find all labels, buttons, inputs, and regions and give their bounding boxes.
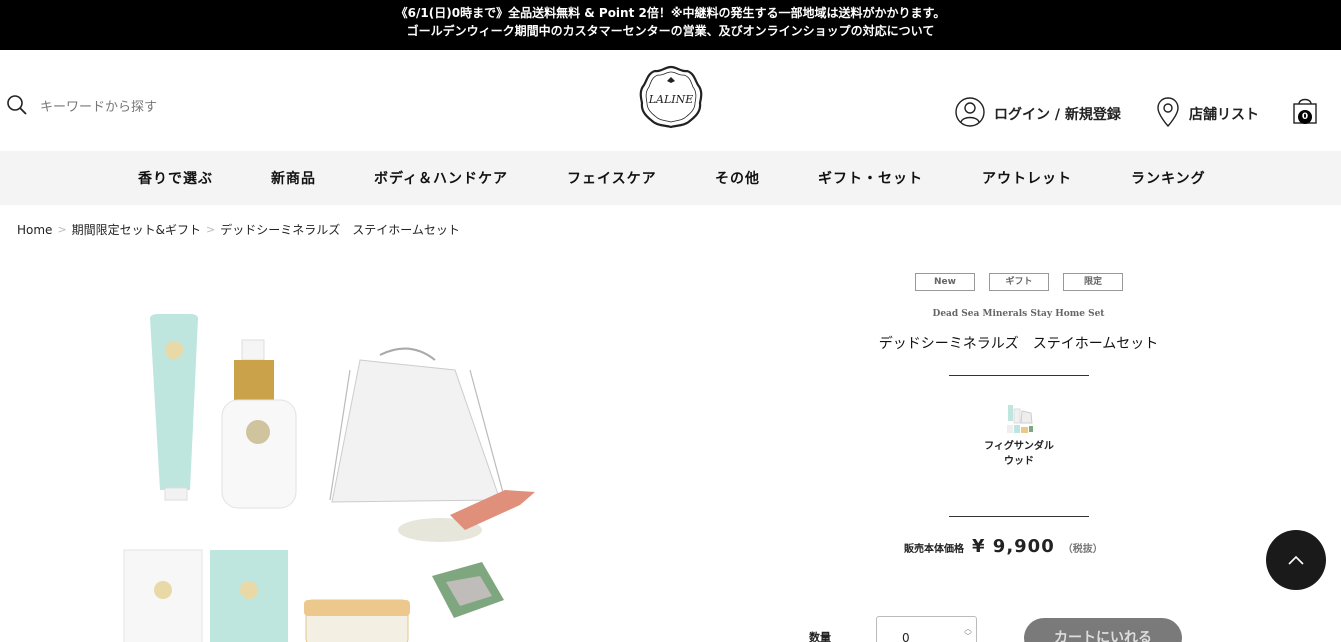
quantity-stepper[interactable]: 0 ︿ ﹀ [876,616,977,642]
breadcrumb: Home > 期間限定セット&ギフト > デッドシーミネラルズ ステイホームセッ… [17,221,460,238]
cart-count-badge: 0 [1298,110,1312,124]
tax-note: （税抜） [1062,544,1103,555]
nav-item-outlet[interactable]: アウトレット [982,168,1072,188]
nav-item-body-hand[interactable]: ボディ＆ハンドケア [374,168,508,188]
breadcrumb-separator: > [206,223,216,236]
search-icon[interactable] [6,94,28,120]
product-tags: New ギフト 限定 [915,273,1123,291]
price-value: ¥ 9,900 [972,536,1055,557]
stepper-arrows-icon[interactable]: ︿ ﹀ [964,625,972,641]
variant-name-line-2: ウッド [1004,456,1034,467]
breadcrumb-separator: > [57,223,67,236]
tag-limited[interactable]: 限定 [1063,273,1123,291]
cart-button[interactable]: 0 [1292,95,1318,129]
breadcrumb-category[interactable]: 期間限定セット&ギフト [72,221,201,238]
chevron-up-icon [1288,555,1304,565]
location-pin-icon [1155,96,1181,132]
divider [949,375,1089,376]
search-input[interactable] [40,99,220,115]
announcement-line-1[interactable]: 《6/1(日)0時まで》全品送料無料 & Point 2倍！※中継料の発生する一… [0,4,1341,22]
store-list-label[interactable]: 店舗リスト [1189,104,1259,124]
nav-item-gift-set[interactable]: ギフト・セット [818,168,923,188]
tag-gift[interactable]: ギフト [989,273,1049,291]
store-list-link[interactable]: 店舗リスト [1155,96,1259,132]
add-to-cart-button[interactable]: カートにいれる [1024,618,1182,642]
variant-thumbnail [1004,403,1034,435]
nav-item-new[interactable]: 新商品 [271,168,316,188]
main-nav: 香りで選ぶ 新商品 ボディ＆ハンドケア フェイスケア その他 ギフト・セット ア… [0,151,1341,205]
announcement-line-2[interactable]: ゴールデンウィーク期間中のカスタマーセンターの営業、及びオンラインショップの対応… [0,22,1341,40]
divider [949,516,1089,517]
product-name-en: Dead Sea Minerals Stay Home Set [932,309,1105,319]
logo-wordmark: LALINE [648,93,694,106]
user-icon [954,96,986,132]
product-name-jp: デッドシーミネラルズ ステイホームセット [878,336,1159,352]
login-link[interactable]: ログイン / 新規登録 [954,96,1121,132]
quantity-value[interactable]: 0 [902,631,910,642]
product-image[interactable] [110,300,570,642]
brand-logo[interactable]: LALINE [637,63,705,135]
announcement-bar[interactable]: 《6/1(日)0時まで》全品送料無料 & Point 2倍！※中継料の発生する一… [0,0,1341,50]
site-header: LALINE ログイン / 新規登録 店舗リスト 0 [0,50,1341,151]
quantity-label: 数量 [809,631,831,642]
nav-item-ranking[interactable]: ランキング [1131,168,1206,188]
nav-item-other[interactable]: その他 [715,168,760,188]
nav-item-face[interactable]: フェイスケア [567,168,657,188]
login-label[interactable]: ログイン / 新規登録 [994,104,1121,124]
price-label: 販売本体価格 [904,544,964,555]
breadcrumb-current: デッドシーミネラルズ ステイホームセット [220,223,460,237]
tag-new[interactable]: New [915,273,975,291]
variant-option[interactable]: フィグサンダル ウッド [970,403,1068,469]
price-row: 販売本体価格 ¥ 9,900 （税抜） [904,536,1103,557]
nav-item-scent[interactable]: 香りで選ぶ [138,168,213,188]
variant-name-line-1: フィグサンダル [984,441,1054,452]
back-to-top-button[interactable] [1266,530,1326,590]
breadcrumb-home[interactable]: Home [17,223,52,237]
search-bar[interactable] [6,94,220,120]
